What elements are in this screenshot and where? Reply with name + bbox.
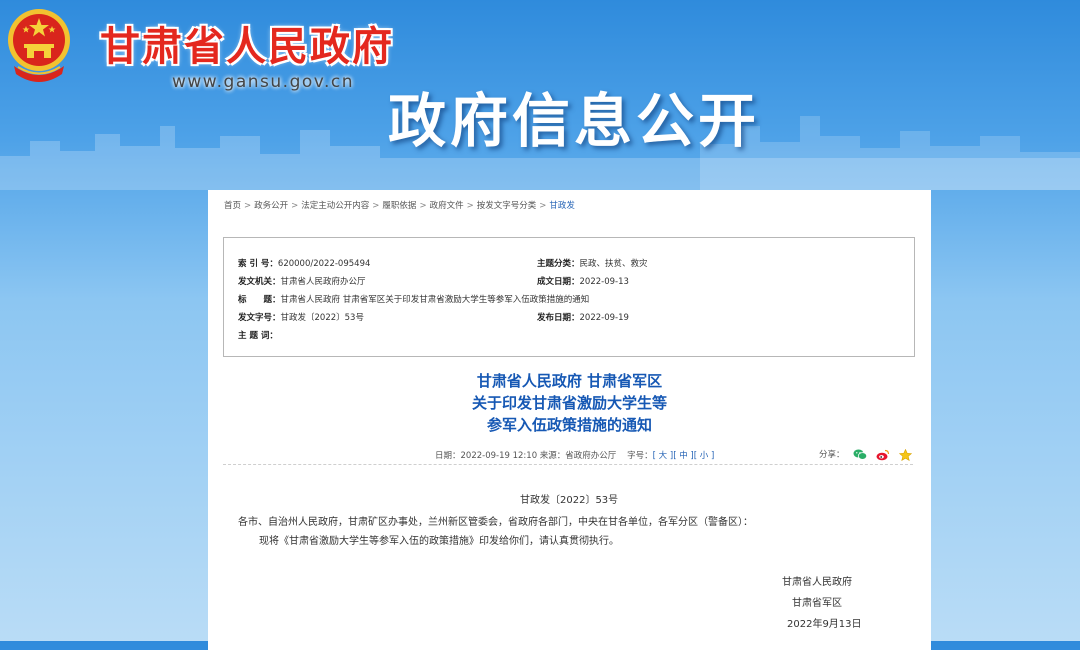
breadcrumb-duty-basis[interactable]: 履职依据 <box>382 201 416 211</box>
meta-issuer-value: 甘肃省人民政府办公厅 <box>280 277 366 287</box>
meta-issuer-label: 发文机关： <box>238 277 281 287</box>
breadcrumb-by-doc-number[interactable]: 按发文字号分类 <box>477 201 537 211</box>
favorite-star-icon[interactable] <box>898 448 912 461</box>
site-url[interactable]: www.gansu.gov.cn <box>172 72 354 92</box>
document-title: 甘肃省人民政府 甘肃省军区 关于印发甘肃省激励大学生等 参军入伍政策措施的通知 <box>208 370 931 436</box>
meta-topic-label: 主题分类： <box>537 259 580 269</box>
body-paragraph: 现将《甘肃省激励大学生等参军入伍的政策措施》印发给你们，请认真贯彻执行。 <box>259 536 619 547</box>
share-bar: 分享： <box>819 448 912 461</box>
font-size-label: 字号： <box>627 451 653 461</box>
meta-index-label: 索 引 号： <box>238 259 278 269</box>
font-size-large-button[interactable]: [ 大 ] <box>653 451 674 461</box>
meta-keywords: 主 题 词： <box>238 329 278 341</box>
date-source: 日期：2022-09-19 12:10 来源：省政府办公厅 <box>435 451 617 461</box>
font-size-medium-button[interactable]: [ 中 ] <box>673 451 694 461</box>
meta-title-label: 标 题： <box>238 295 281 305</box>
signer-military: 甘肃省军区 <box>792 598 842 609</box>
meta-docno-value: 甘政发〔2022〕53号 <box>280 313 364 323</box>
meta-index-value: 620000/2022-095494 <box>277 259 371 269</box>
national-emblem-icon <box>8 9 70 82</box>
document-info: 日期：2022-09-19 12:10 来源：省政府办公厅 字号：[ 大 ][ … <box>435 449 714 461</box>
meta-docno-label: 发文字号： <box>238 313 281 323</box>
meta-published-value: 2022-09-19 <box>579 313 629 323</box>
meta-keywords-label: 主 题 词： <box>238 331 278 341</box>
document-number: 甘政发〔2022〕53号 <box>520 495 619 506</box>
breadcrumb: 首页 > 政务公开 > 法定主动公开内容 > 履职依据 > 政府文件 > 按发文字号分类 > 甘政发 <box>224 201 575 211</box>
breadcrumb-gov-affairs[interactable]: 政务公开 <box>254 201 288 211</box>
site-name[interactable]: 甘肃省人民政府 <box>100 14 394 72</box>
meta-issuer: 发文机关：甘肃省人民政府办公厅 <box>238 275 366 287</box>
breadcrumb-current[interactable]: 甘政发 <box>549 201 575 211</box>
meta-topic: 主题分类：民政、扶贫、救灾 <box>537 257 648 269</box>
meta-published: 发布日期：2022-09-19 <box>537 311 629 323</box>
breadcrumb-statutory-disclosure[interactable]: 法定主动公开内容 <box>301 201 369 211</box>
meta-index: 索 引 号：620000/2022-095494 <box>238 257 370 269</box>
meta-created-value: 2022-09-13 <box>579 277 629 287</box>
meta-docno: 发文字号：甘政发〔2022〕53号 <box>238 311 364 323</box>
sign-date: 2022年9月13日 <box>787 619 862 630</box>
weibo-icon[interactable] <box>876 449 890 461</box>
signer-gov: 甘肃省人民政府 <box>782 577 852 588</box>
document-title-line3: 参军入伍政策措施的通知 <box>486 416 652 434</box>
wechat-icon[interactable] <box>853 449 868 460</box>
breadcrumb-home[interactable]: 首页 <box>224 201 241 211</box>
document-title-line1: 甘肃省人民政府 甘肃省军区 <box>476 372 663 390</box>
content-panel: 首页 > 政务公开 > 法定主动公开内容 > 履职依据 > 政府文件 > 按发文字号分类 > 甘政发 索… <box>208 190 931 650</box>
meta-title-value: 甘肃省人民政府 甘肃省军区关于印发甘肃省激励大学生等参军入伍政策措施的通知 <box>280 295 590 305</box>
recipients: 各市、自治州人民政府，甘肃矿区办事处，兰州新区管委会，省政府各部门，中央在甘各单… <box>238 517 753 528</box>
share-label: 分享： <box>819 450 845 460</box>
font-size-small-button[interactable]: [ 小 ] <box>694 451 715 461</box>
meta-created-label: 成文日期： <box>537 277 580 287</box>
meta-published-label: 发布日期： <box>537 313 580 323</box>
banner-title: 政府信息公开 <box>388 87 761 155</box>
breadcrumb-gov-documents[interactable]: 政府文件 <box>430 201 464 211</box>
metadata-table: 索 引 号：620000/2022-095494 主题分类：民政、扶贫、救灾 发… <box>223 237 915 357</box>
document-title-line2: 关于印发甘肃省激励大学生等 <box>471 394 667 412</box>
meta-created: 成文日期：2022-09-13 <box>537 275 629 287</box>
header: 甘肃省人民政府 www.gansu.gov.cn 政府信息公开 <box>0 0 1080 190</box>
meta-topic-value: 民政、扶贫、救灾 <box>579 259 648 269</box>
meta-title: 标 题：甘肃省人民政府 甘肃省军区关于印发甘肃省激励大学生等参军入伍政策措施的通… <box>238 293 589 305</box>
document-info-bar: 日期：2022-09-19 12:10 来源：省政府办公厅 字号：[ 大 ][ … <box>223 446 913 465</box>
